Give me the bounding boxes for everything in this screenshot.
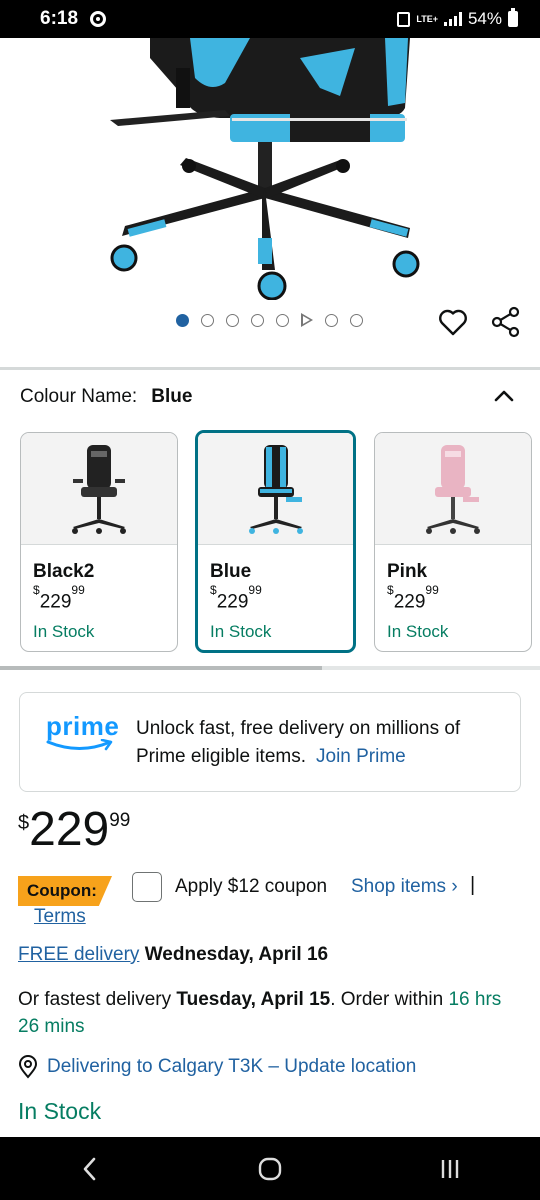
status-bar: 6:18 LTE+ 54%: [0, 0, 540, 38]
swatch-name: Blue: [210, 561, 252, 582]
system-navigation-bar: [0, 1137, 540, 1200]
product-price: $ 229 99: [18, 803, 131, 856]
swatch-price: $22999: [33, 583, 85, 613]
swatch-price: $22999: [387, 583, 439, 613]
colour-selected-value: Blue: [151, 386, 193, 407]
terms-link[interactable]: Terms: [34, 906, 86, 928]
battery-percent: 54%: [467, 9, 502, 28]
separator: |: [470, 874, 476, 896]
free-delivery-link[interactable]: FREE delivery: [18, 944, 139, 965]
lock-icon: [397, 11, 411, 27]
signal-icon: [443, 12, 462, 26]
recent-apps-icon[interactable]: [420, 1144, 480, 1194]
back-icon[interactable]: [60, 1144, 120, 1194]
swatch-stock: In Stock: [33, 622, 95, 642]
shop-items-link[interactable]: Shop items ›: [351, 876, 458, 898]
prime-logo: prime: [46, 713, 119, 758]
swatch-stock: In Stock: [210, 622, 272, 642]
carousel-dot[interactable]: [176, 313, 189, 327]
video-play-icon[interactable]: [301, 313, 313, 327]
delivery-info: FREE delivery Wednesday, April 16: [18, 944, 328, 966]
wishlist-heart-icon[interactable]: [437, 306, 469, 338]
swatch-price: $22999: [210, 583, 262, 613]
chevron-up-icon[interactable]: [492, 384, 516, 408]
fastest-delivery: Or fastest delivery Tuesday, April 15. O…: [18, 989, 502, 1037]
colour-label: Colour Name:: [20, 386, 138, 407]
carousel-dot[interactable]: [276, 313, 289, 327]
delivery-date: Wednesday, April 16: [144, 944, 329, 965]
swatch-scrollbar-thumb[interactable]: [0, 666, 322, 670]
swatch-image: [198, 433, 353, 545]
prime-banner[interactable]: prime Unlock fast, free delivery on mill…: [19, 692, 521, 792]
share-icon[interactable]: [490, 306, 522, 338]
swatch-stock: In Stock: [387, 622, 449, 642]
carousel-dot[interactable]: [201, 313, 214, 327]
delivery-location-link[interactable]: Delivering to Calgary T3K – Update locat…: [18, 1055, 416, 1079]
swatch-name: Black2: [33, 561, 95, 582]
colour-header[interactable]: Colour Name: Blue: [20, 386, 520, 408]
colour-option-blue[interactable]: Blue $22999 In Stock: [195, 430, 356, 653]
battery-icon: [508, 8, 518, 27]
clock: 6:18: [40, 8, 79, 29]
home-icon[interactable]: [240, 1144, 300, 1194]
carousel-dot[interactable]: [325, 313, 338, 327]
coupon-badge: Coupon:: [18, 876, 112, 906]
colour-option-pink[interactable]: Pink $22999 In Stock: [374, 432, 532, 652]
coupon-label[interactable]: Apply $12 coupon: [175, 876, 327, 898]
swatch-image: [21, 433, 177, 545]
carousel-dot[interactable]: [251, 313, 264, 327]
prime-message: Unlock fast, free delivery on millions o…: [136, 718, 461, 767]
product-image[interactable]: [0, 38, 540, 300]
network-type: LTE+: [416, 13, 438, 24]
swatch-name: Pink: [387, 561, 428, 582]
join-prime-link[interactable]: Join Prime: [316, 746, 406, 767]
chrome-icon: [90, 11, 107, 27]
carousel-dot[interactable]: [226, 313, 239, 327]
carousel-indicator[interactable]: [176, 313, 363, 327]
colour-option-black2[interactable]: Black2 $22999 In Stock: [20, 432, 178, 652]
availability-status: In Stock: [18, 1098, 102, 1124]
coupon-checkbox[interactable]: [132, 872, 162, 902]
location-pin-icon: [18, 1055, 38, 1079]
swatch-image: [375, 433, 531, 545]
carousel-dot[interactable]: [350, 313, 363, 327]
section-divider: [0, 367, 540, 370]
